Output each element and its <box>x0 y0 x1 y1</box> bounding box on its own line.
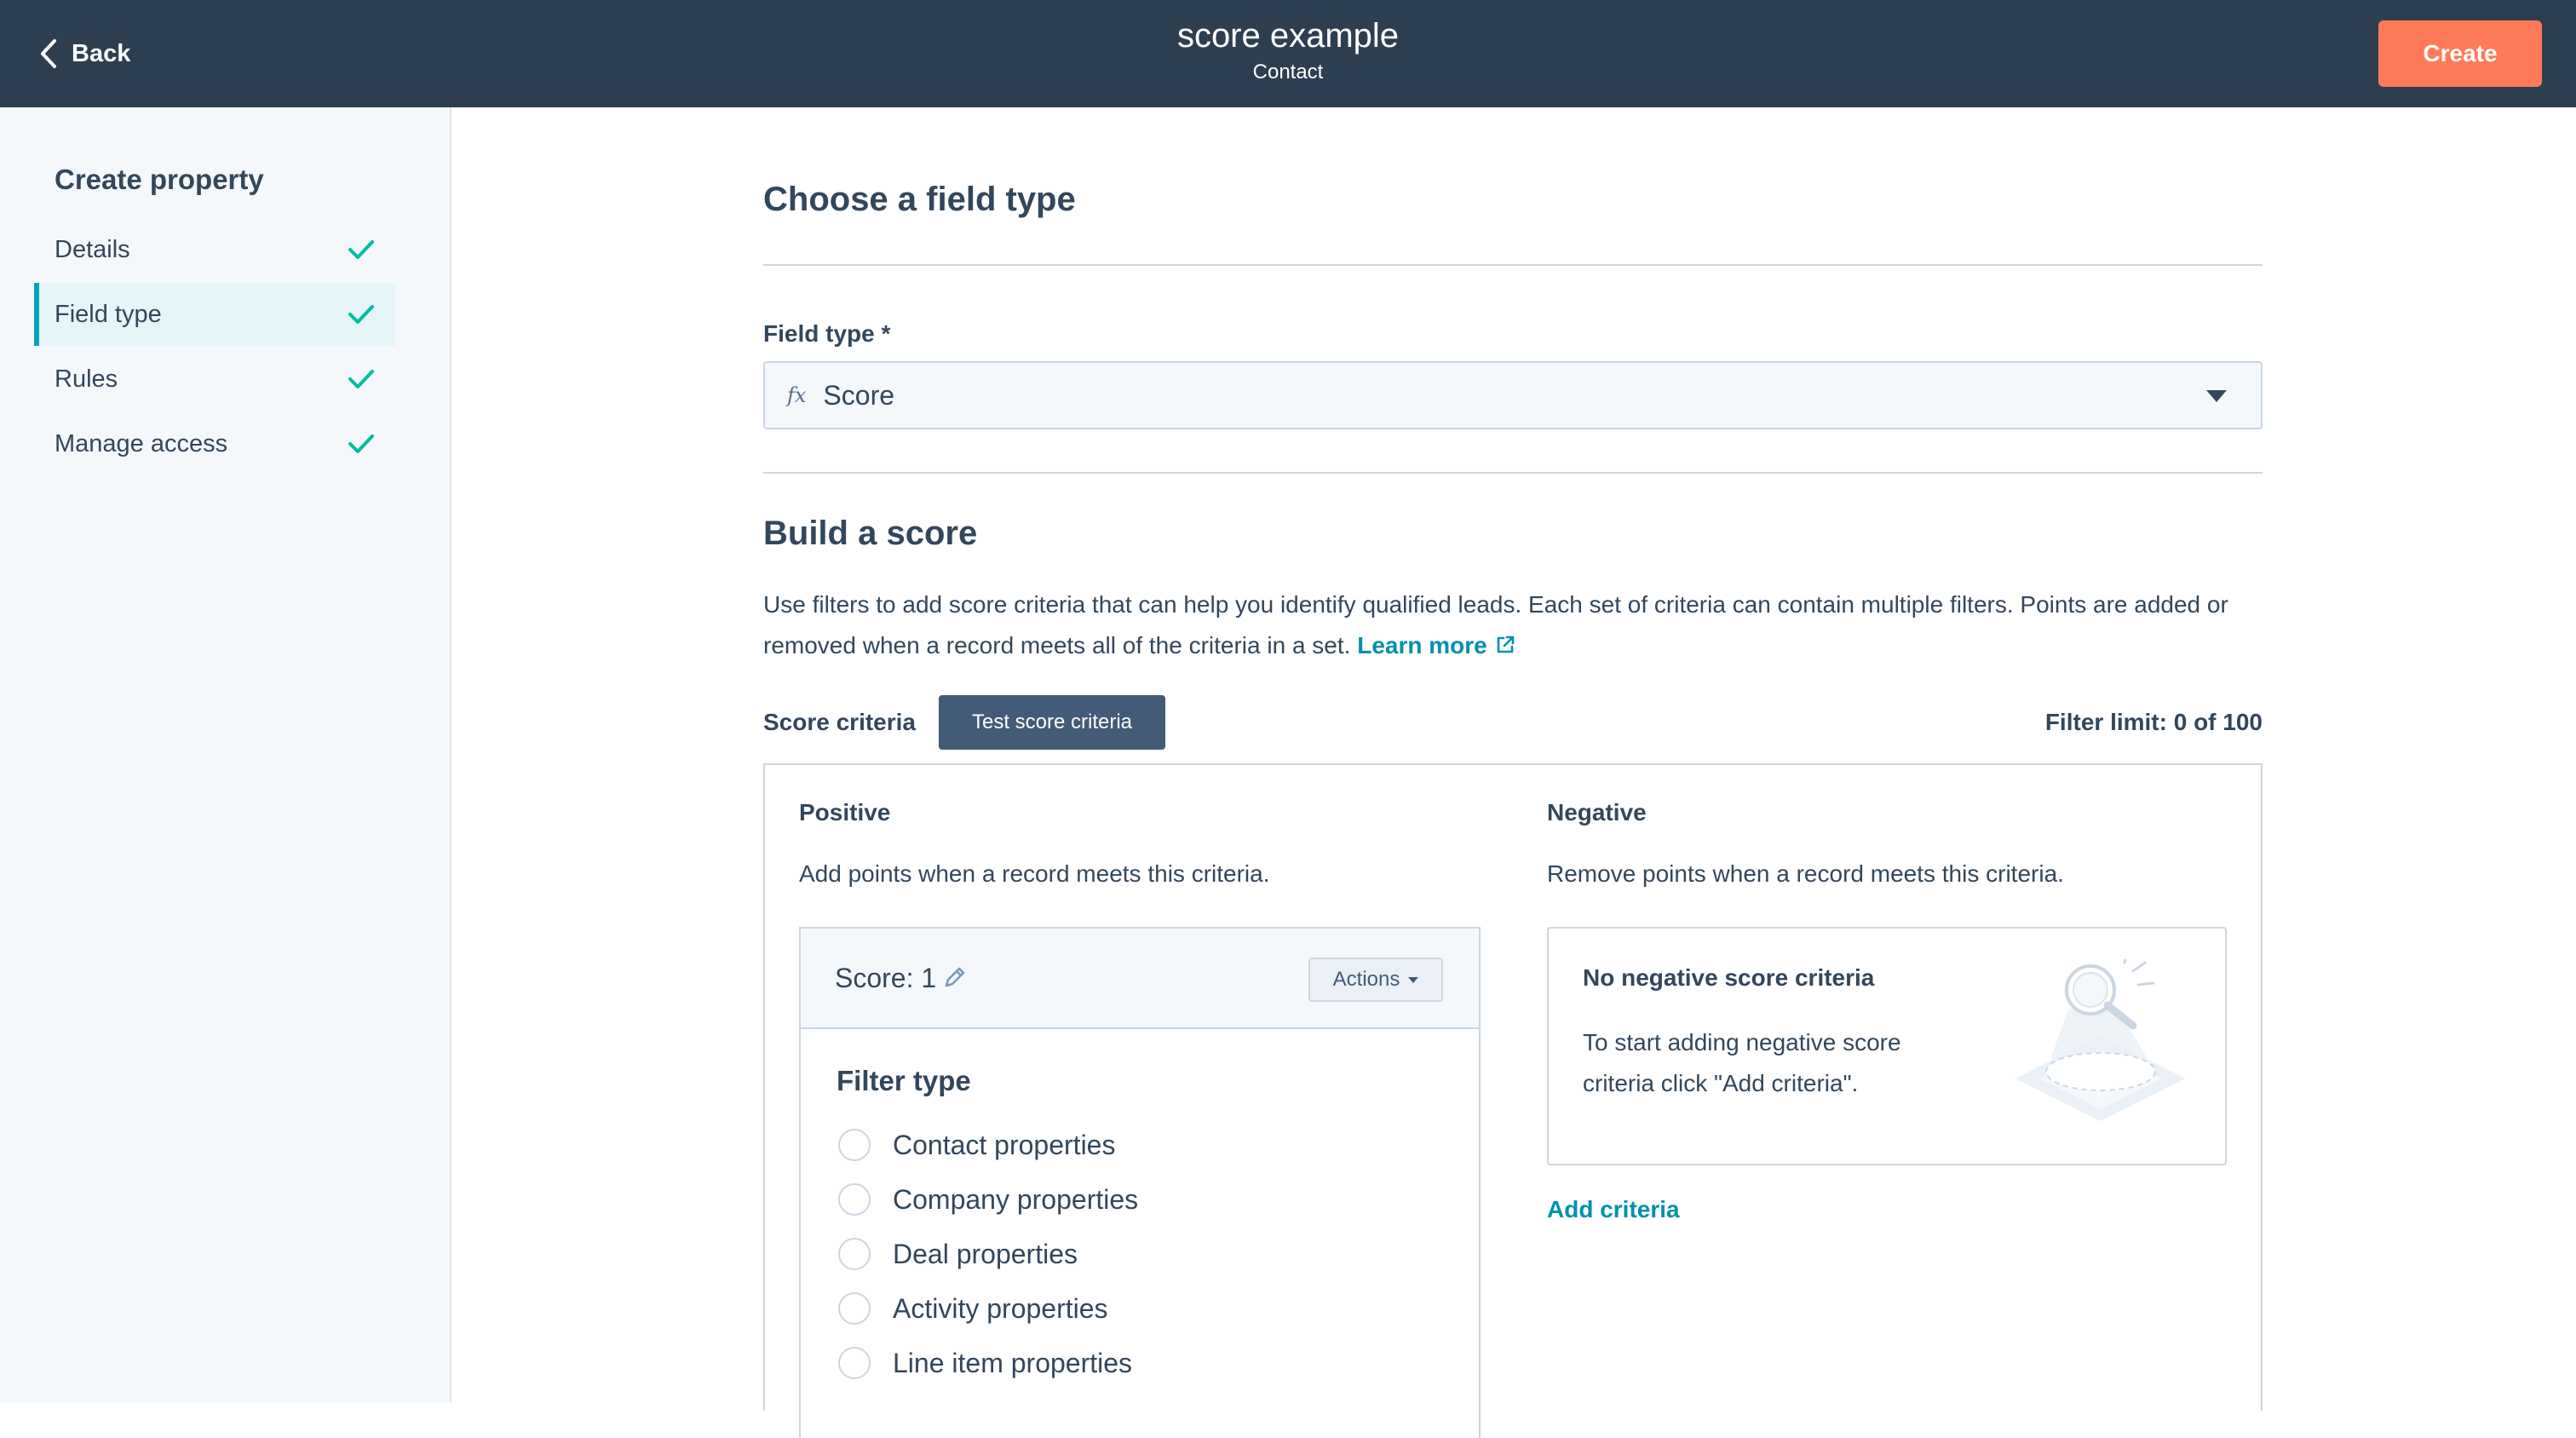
step-label: Details <box>55 235 130 263</box>
radio-button[interactable] <box>838 1129 871 1161</box>
step-label: Field type <box>55 300 162 328</box>
filter-type-title: Filter type <box>837 1065 971 1096</box>
radio-button[interactable] <box>838 1292 871 1325</box>
learn-more-link[interactable]: Learn more <box>1357 632 1516 659</box>
caret-down-icon <box>1408 976 1419 983</box>
step-list: Details Field type Rules Manage access <box>34 218 395 477</box>
negative-empty-state: No negative score criteria To start addi… <box>1547 927 2227 1165</box>
build-score-title: Build a score <box>763 515 978 552</box>
check-icon <box>348 432 375 456</box>
divider <box>763 472 2263 474</box>
actions-dropdown-button[interactable]: Actions <box>1308 958 1443 1002</box>
field-type-section-title: Choose a field type <box>763 181 1076 218</box>
filter-option-activity-properties[interactable]: Activity properties <box>838 1281 1138 1336</box>
radio-label: Contact properties <box>893 1129 1116 1160</box>
external-link-icon <box>1497 636 1515 653</box>
filter-limit: Filter limit: 0 of 100 <box>2044 709 2263 735</box>
step-label: Rules <box>55 365 118 393</box>
header-title-group: score example Contact <box>0 12 2576 85</box>
positive-description: Add points when a record meets this crit… <box>799 860 1270 887</box>
page-title: score example <box>1176 17 1400 55</box>
radio-button[interactable] <box>838 1183 871 1216</box>
radio-label: Activity properties <box>893 1292 1108 1324</box>
actions-label: Actions <box>1332 968 1400 991</box>
check-icon <box>348 367 375 391</box>
step-label: Manage access <box>55 429 228 457</box>
pencil-icon[interactable] <box>942 964 968 990</box>
radio-label: Line item properties <box>893 1347 1133 1378</box>
sidebar: Create property Details Field type Rules… <box>0 107 451 1402</box>
radio-label: Deal properties <box>893 1238 1078 1269</box>
check-icon <box>348 238 375 262</box>
divider <box>763 264 2263 266</box>
sidebar-item-rules[interactable]: Rules <box>34 348 395 411</box>
create-button[interactable]: Create <box>2378 20 2542 87</box>
filter-type-options: Contact properties Company properties De… <box>838 1118 1138 1390</box>
field-type-select[interactable]: fx Score <box>763 361 2263 429</box>
field-type-label: Field type * <box>763 320 891 347</box>
radio-button[interactable] <box>838 1347 871 1379</box>
function-icon: fx <box>787 383 807 407</box>
check-icon <box>348 302 375 326</box>
score-card-header: Score: 1 Actions <box>801 929 1479 1029</box>
build-score-description: Use filters to add score criteria that c… <box>763 584 2263 666</box>
positive-score-card: Score: 1 Actions Filter type Contact pro… <box>799 927 1481 1438</box>
score-value: Score: 1 <box>835 963 937 993</box>
score-criteria-row: Score criteria Test score criteria Filte… <box>763 695 2263 750</box>
field-type-value: Score <box>823 379 895 411</box>
page-subtitle: Contact <box>1252 60 1324 83</box>
filter-option-deal-properties[interactable]: Deal properties <box>838 1227 1138 1281</box>
score-criteria-box: Positive Add points when a record meets … <box>763 763 2263 1438</box>
radio-label: Company properties <box>893 1183 1139 1215</box>
add-criteria-link[interactable]: Add criteria <box>1547 1196 1680 1223</box>
negative-title: Negative <box>1547 799 1647 825</box>
positive-title: Positive <box>799 799 891 825</box>
sidebar-heading: Create property <box>55 164 264 195</box>
negative-description: Remove points when a record meets this c… <box>1547 860 2064 887</box>
top-bar: Back score example Contact Create <box>0 0 2576 107</box>
filter-option-line-item-properties[interactable]: Line item properties <box>838 1336 1138 1390</box>
filter-option-contact-properties[interactable]: Contact properties <box>838 1118 1138 1172</box>
filter-option-company-properties[interactable]: Company properties <box>838 1172 1138 1227</box>
magnifying-glass-illustration-icon <box>2015 959 2186 1121</box>
caret-down-icon <box>2206 390 2227 402</box>
empty-state-text: To start adding negative score criteria … <box>1583 1029 1901 1096</box>
radio-button[interactable] <box>838 1238 871 1270</box>
sidebar-item-manage-access[interactable]: Manage access <box>34 412 395 475</box>
sidebar-item-details[interactable]: Details <box>34 218 395 281</box>
empty-state-title: No negative score criteria <box>1583 964 1875 991</box>
score-criteria-label: Score criteria <box>763 709 916 735</box>
test-score-criteria-button[interactable]: Test score criteria <box>939 695 1165 750</box>
sidebar-item-field-type[interactable]: Field type <box>34 283 395 346</box>
learn-more-label: Learn more <box>1357 632 1487 659</box>
